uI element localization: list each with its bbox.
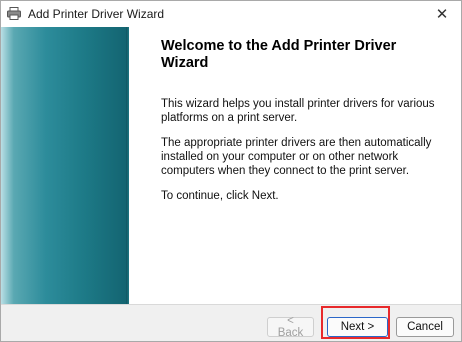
wizard-banner-image <box>1 27 129 304</box>
window-title: Add Printer Driver Wizard <box>28 7 165 21</box>
wizard-heading: Welcome to the Add Printer Driver Wizard <box>161 38 397 71</box>
wizard-window: Add Printer Driver Wizard ✕ Welcome to t… <box>0 0 462 342</box>
wizard-content: Welcome to the Add Printer Driver Wizard… <box>161 38 446 214</box>
cancel-button[interactable]: Cancel <box>396 317 454 337</box>
back-button[interactable]: < Back <box>267 315 314 339</box>
intro-paragraph: This wizard helps you install printer dr… <box>161 98 435 124</box>
close-icon: ✕ <box>435 6 449 23</box>
close-button[interactable]: ✕ <box>433 5 451 23</box>
continue-instruction: To continue, click Next. <box>161 190 279 202</box>
printer-icon <box>7 7 21 20</box>
title-bar: Add Printer Driver Wizard ✕ <box>1 1 461 27</box>
button-bar: < Back Next > Cancel <box>1 305 461 341</box>
details-paragraph: The appropriate printer drivers are then… <box>161 137 432 177</box>
next-button-highlight <box>321 306 390 339</box>
